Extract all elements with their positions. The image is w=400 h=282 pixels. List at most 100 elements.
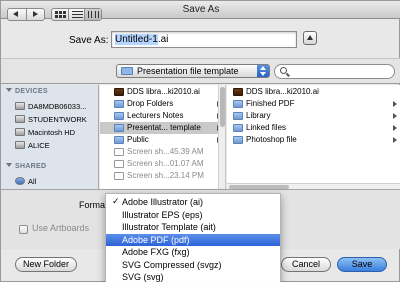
search-input[interactable]: [274, 64, 395, 79]
filename-extension: .ai: [157, 34, 169, 45]
list-item[interactable]: Finished PDF: [227, 98, 400, 110]
item-label: Public: [127, 135, 149, 144]
location-label: Presentation file template: [137, 66, 239, 76]
column-view-button[interactable]: [85, 9, 102, 20]
sidebar-section-devices[interactable]: DEVICES: [6, 88, 48, 95]
sidebar-item-label: STUDENTWORK: [28, 115, 87, 124]
sidebar-item-label: ALICE: [28, 141, 50, 150]
save-as-label: Save As:: [69, 35, 109, 46]
icon-view-icon: [55, 11, 66, 18]
document-icon: [114, 172, 124, 180]
save-button[interactable]: Save: [337, 257, 387, 272]
item-label: Screen sh...01.07 AM: [127, 159, 204, 168]
list-item[interactable]: Photoshop file: [227, 134, 400, 146]
icon-view-button[interactable]: [52, 9, 69, 20]
folder-icon: [233, 124, 243, 132]
menu-item-pdf[interactable]: Adobe PDF (pdf): [106, 233, 280, 246]
chevron-right-icon: [393, 113, 397, 119]
item-label: DDS libra...ki2010.ai: [246, 87, 319, 96]
scrollbar-thumb[interactable]: [220, 87, 225, 127]
menu-item-label: Adobe FXG (fxg): [122, 247, 190, 257]
shared-header: SHARED: [15, 163, 47, 170]
search-icon: [280, 67, 287, 74]
item-label: DDS libra...ki2010.ai: [127, 87, 200, 96]
item-label: Photoshop file: [246, 135, 297, 144]
document-icon: [114, 160, 124, 168]
list-item[interactable]: Drop Folders: [100, 98, 225, 110]
sidebar-item-label: Macintosh HD: [28, 128, 76, 137]
item-label: Presentat... template: [127, 123, 201, 132]
browser-column-1: DDS libra...ki2010.ai Drop Folders Lectu…: [100, 85, 226, 189]
list-item[interactable]: Library: [227, 110, 400, 122]
list-item[interactable]: Linked files: [227, 122, 400, 134]
menu-item-svgz[interactable]: SVG Compressed (svgz): [106, 259, 280, 272]
sidebar-item-device[interactable]: ALICE: [15, 140, 95, 151]
item-label: Screen sh...45.39 AM: [127, 147, 204, 156]
sidebar-item-device[interactable]: DA8MDB06033...: [15, 101, 95, 112]
back-forward-control: [7, 8, 45, 21]
list-item[interactable]: Screen sh...01.07 AM: [100, 158, 225, 170]
chevron-right-icon: [393, 101, 397, 107]
sidebar-item-label: DA8MDB06033...: [28, 102, 87, 111]
menu-item-eps[interactable]: Illustrator EPS (eps): [106, 209, 280, 222]
column-1-scrollbar[interactable]: [218, 85, 225, 189]
folder-icon: [114, 112, 124, 120]
sidebar-item-label: All: [28, 177, 37, 186]
menu-item-label: SVG Compressed (svgz): [122, 259, 222, 270]
list-view-icon: [71, 11, 83, 18]
list-view-button[interactable]: [69, 9, 86, 20]
item-label: Library: [246, 111, 271, 120]
folder-icon: [121, 67, 133, 75]
format-dropdown-menu: ✓ Adobe Illustrator (ai) Illustrator EPS …: [105, 193, 281, 282]
sidebar-item-device[interactable]: Macintosh HD: [15, 127, 95, 138]
back-button[interactable]: [8, 9, 27, 20]
filename-field[interactable]: Untitled-1.ai: [111, 31, 297, 48]
forward-button[interactable]: [27, 9, 45, 20]
list-item[interactable]: Lecturers Notes: [100, 110, 225, 122]
network-globe-icon: [15, 177, 25, 185]
use-artboards-checkbox[interactable]: [19, 225, 28, 234]
item-label: Lecturers Notes: [127, 111, 184, 120]
item-label: Screen sh...23.14 PM: [127, 171, 204, 180]
list-item-selected[interactable]: Presentat... template: [100, 122, 225, 134]
list-item[interactable]: DDS libra...ki2010.ai: [100, 86, 225, 98]
new-folder-button[interactable]: New Folder: [15, 257, 77, 272]
browser-column-2: DDS libra...ki2010.ai Finished PDF Libra…: [227, 85, 400, 189]
ai-file-icon: [233, 88, 243, 96]
document-icon: [114, 148, 124, 156]
menu-item-label: SVG (svg): [122, 272, 164, 282]
format-label: Format: [79, 200, 108, 210]
hard-drive-icon: [15, 128, 25, 136]
menu-item-svg[interactable]: SVG (svg): [106, 271, 280, 282]
list-item[interactable]: DDS libra...ki2010.ai: [227, 86, 400, 98]
menu-item-label: Adobe PDF (pdf): [122, 234, 190, 245]
list-item[interactable]: Screen sh...45.39 AM: [100, 146, 225, 158]
menu-item-fxg[interactable]: Adobe FXG (fxg): [106, 246, 280, 259]
cancel-button[interactable]: Cancel: [281, 257, 331, 272]
hard-drive-icon: [15, 115, 25, 123]
sidebar-item-shared[interactable]: All: [15, 176, 95, 187]
menu-item-ait[interactable]: Illustrator Template (ait): [106, 221, 280, 234]
devices-header: DEVICES: [15, 88, 48, 95]
list-item[interactable]: Public: [100, 134, 225, 146]
folder-icon: [114, 124, 124, 132]
location-popup[interactable]: Presentation file template: [116, 64, 270, 78]
menu-item-label: Illustrator EPS (eps): [122, 209, 203, 220]
folder-icon: [114, 100, 124, 108]
folder-icon: [233, 136, 243, 144]
sidebar-item-device[interactable]: STUDENTWORK: [15, 114, 95, 125]
checkmark-icon: ✓: [112, 196, 120, 206]
item-label: Finished PDF: [246, 99, 295, 108]
menu-item-label: Adobe Illustrator (ai): [122, 197, 204, 207]
sidebar-section-shared[interactable]: SHARED: [6, 163, 46, 170]
popup-arrows-icon: [257, 65, 269, 77]
collapse-browser-button[interactable]: [303, 31, 317, 45]
list-item[interactable]: Screen sh...23.14 PM: [100, 170, 225, 182]
folder-icon: [114, 136, 124, 144]
item-label: Drop Folders: [127, 99, 174, 108]
view-mode-control: [51, 8, 102, 21]
chevron-right-icon: [393, 125, 397, 131]
column-view-icon: [88, 11, 100, 18]
menu-item-ai[interactable]: ✓ Adobe Illustrator (ai): [106, 196, 280, 209]
menu-item-label: Illustrator Template (ait): [122, 222, 216, 232]
